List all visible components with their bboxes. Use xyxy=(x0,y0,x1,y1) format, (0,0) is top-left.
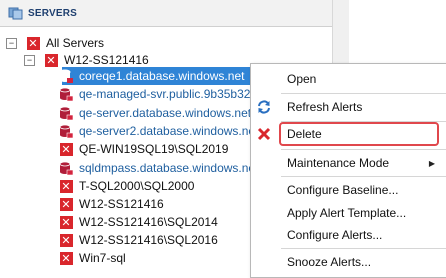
menu-item-label: Configure Alerts... xyxy=(287,228,383,242)
menu-item-label: Snooze Alerts... xyxy=(287,255,372,269)
error-icon: ✕ xyxy=(59,233,73,247)
error-icon: ✕ xyxy=(44,53,58,67)
servers-icon xyxy=(8,6,24,20)
menu-item-label: Refresh Alerts xyxy=(287,100,363,114)
azure-db-icon xyxy=(58,160,74,176)
tree-item-server[interactable]: ✕ W12-SS121416\SQL2016 xyxy=(58,231,218,249)
servers-header: SERVERS xyxy=(0,0,332,27)
azure-db-icon xyxy=(58,68,74,84)
tree-item-label: Win7-sql xyxy=(79,251,126,265)
azure-db-icon xyxy=(58,105,74,121)
tree-item-label: qe-managed-svr.public.9b35b3221a xyxy=(79,87,271,101)
menu-item-maintenance-mode[interactable]: Maintenance Mode ▶ xyxy=(251,151,446,175)
delete-icon xyxy=(256,126,272,142)
context-menu: Open Refresh Alerts Delete Maintenance M… xyxy=(250,63,446,278)
error-icon: ✕ xyxy=(59,251,73,265)
tree-root-all-servers[interactable]: − ✕ All Servers xyxy=(6,34,104,52)
error-icon: ✕ xyxy=(59,179,73,193)
collapse-expander[interactable]: − xyxy=(6,37,17,49)
tree-item-server[interactable]: qe-managed-svr.public.9b35b3221a xyxy=(58,85,270,103)
collapse-expander[interactable]: − xyxy=(24,54,35,66)
tree-item-server[interactable]: ✕ W12-SS121416 xyxy=(58,195,164,213)
submenu-arrow-icon: ▶ xyxy=(428,158,435,168)
tree-item-label: W12-SS121416 xyxy=(79,197,164,211)
tree-item-server[interactable]: ✕ Win7-sql xyxy=(58,249,126,267)
menu-item-label: Apply Alert Template... xyxy=(287,206,407,220)
tree-item-server[interactable]: coreqe1.database.windows.net xyxy=(58,67,244,85)
menu-item-delete[interactable]: Delete xyxy=(251,122,446,146)
menu-separator xyxy=(281,149,446,150)
tree-item-server[interactable]: sqldmpass.database.windows.net xyxy=(58,159,258,177)
tree-item-label: W12-SS121416\SQL2014 xyxy=(79,215,218,229)
error-icon: ✕ xyxy=(26,36,40,50)
menu-separator xyxy=(281,176,446,177)
tree-item-label: QE-WIN19SQL19\SQL2019 xyxy=(79,142,229,156)
menu-item-label: Open xyxy=(287,72,317,86)
menu-item-label: Delete xyxy=(287,127,322,141)
tree-item-label: W12-SS121416 xyxy=(64,53,149,67)
menu-item-open[interactable]: Open xyxy=(251,67,446,91)
tree-item-server[interactable]: ✕ W12-SS121416\SQL2014 xyxy=(58,213,218,231)
tree-item-server[interactable]: qe-server2.database.windows.net xyxy=(58,122,258,140)
tree-item-label: qe-server.database.windows.net xyxy=(79,106,252,120)
azure-db-icon xyxy=(58,86,74,102)
tree-item-label: sqldmpass.database.windows.net xyxy=(79,161,259,175)
menu-item-snooze-alerts[interactable]: Snooze Alerts... xyxy=(251,250,446,274)
menu-item-configure-alerts[interactable]: Configure Alerts... xyxy=(251,223,446,247)
refresh-icon xyxy=(256,99,272,115)
tree-item-label: W12-SS121416\SQL2016 xyxy=(79,233,218,247)
tree-item-server[interactable]: ✕ T-SQL2000\SQL2000 xyxy=(58,177,194,195)
menu-separator xyxy=(281,248,446,249)
tree-item-label: All Servers xyxy=(46,36,105,50)
tree-item-server[interactable]: qe-server.database.windows.net xyxy=(58,104,251,122)
menu-separator xyxy=(281,93,446,94)
servers-title: SERVERS xyxy=(28,7,78,19)
tree-item-label: T-SQL2000\SQL2000 xyxy=(79,179,195,193)
menu-item-label: Configure Baseline... xyxy=(287,183,399,197)
menu-item-configure-baseline[interactable]: Configure Baseline... xyxy=(251,178,446,202)
tree-item-server[interactable]: ✕ QE-WIN19SQL19\SQL2019 xyxy=(58,140,228,158)
tree-item-label: coreqe1.database.windows.net xyxy=(79,69,245,83)
azure-db-icon xyxy=(58,123,74,139)
menu-item-apply-alert-template[interactable]: Apply Alert Template... xyxy=(251,201,446,225)
error-icon: ✕ xyxy=(59,215,73,229)
error-icon: ✕ xyxy=(59,142,73,156)
error-icon: ✕ xyxy=(59,197,73,211)
menu-item-label: Maintenance Mode xyxy=(287,156,390,170)
tree-item-label: qe-server2.database.windows.net xyxy=(79,124,259,138)
menu-item-refresh-alerts[interactable]: Refresh Alerts xyxy=(251,95,446,119)
